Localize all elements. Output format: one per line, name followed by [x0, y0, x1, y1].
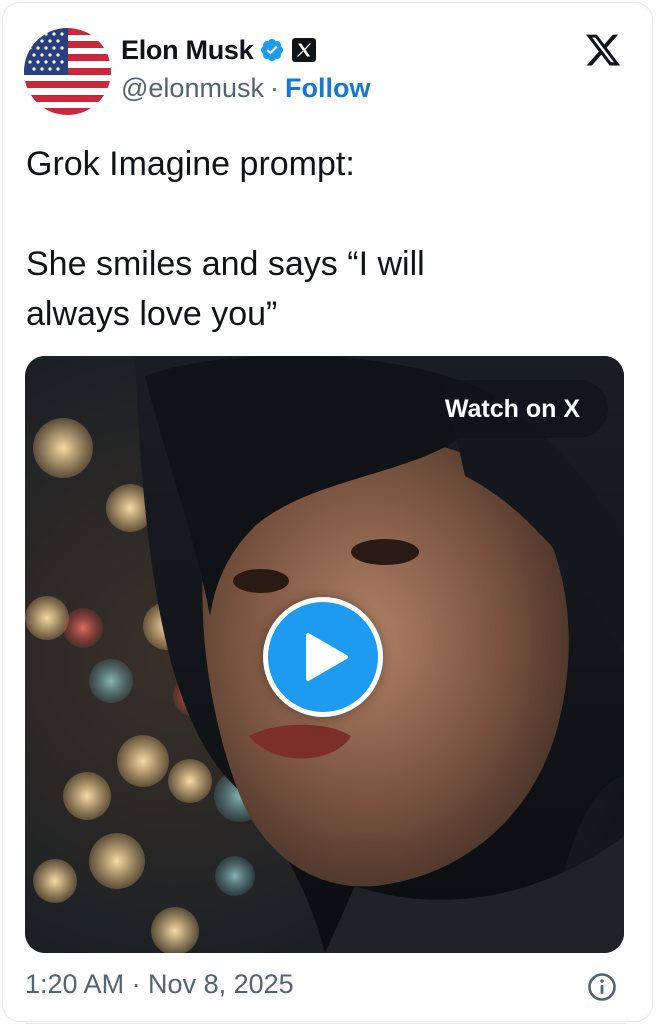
play-button[interactable]	[263, 597, 383, 717]
watch-on-x-button[interactable]: Watch on X	[416, 380, 608, 438]
play-icon	[306, 633, 348, 681]
author-display-name[interactable]: Elon Musk	[121, 35, 254, 66]
tweet-card: Elon Musk @elonmusk · Follow Grok Imagin…	[2, 2, 653, 1024]
us-flag-icon	[24, 28, 111, 115]
author-name-row: Elon Musk	[121, 33, 317, 67]
author-handle[interactable]: @elonmusk	[121, 73, 264, 104]
avatar[interactable]	[24, 28, 111, 115]
video-thumbnail[interactable]: Watch on X	[25, 356, 624, 953]
follow-button[interactable]: Follow	[285, 73, 370, 104]
tweet-timestamp[interactable]: 1:20 AM · Nov 8, 2025	[25, 969, 294, 1000]
divider	[25, 1023, 625, 1024]
separator-dot: ·	[269, 73, 279, 103]
author-handle-row: @elonmusk · Follow	[121, 73, 370, 104]
x-logo-icon[interactable]	[583, 31, 623, 69]
info-icon[interactable]	[587, 972, 617, 1002]
watch-on-x-label: Watch on X	[444, 394, 580, 423]
x-affiliate-icon[interactable]	[291, 37, 317, 63]
tweet-text: Grok Imagine prompt: She smiles and says…	[26, 145, 425, 333]
verified-badge-icon[interactable]	[259, 37, 285, 63]
